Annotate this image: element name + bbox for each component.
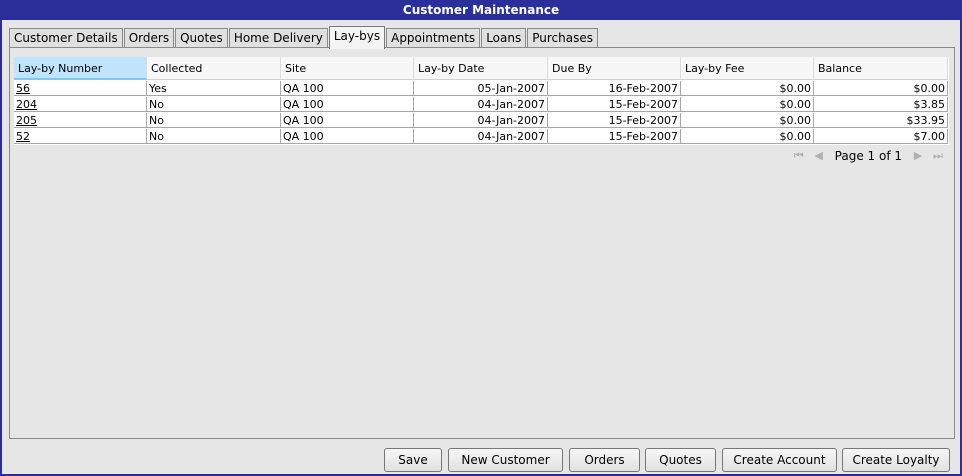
- customer-maintenance-window: Customer Maintenance Customer Details Or…: [0, 0, 962, 476]
- table-cell-lay-by-fee: $0.00: [681, 113, 814, 128]
- tab-bar: Customer Details Orders Quotes Home Deli…: [9, 26, 599, 49]
- table-cell-collected: Yes: [147, 81, 281, 96]
- column-header-lay-by-fee[interactable]: Lay-by Fee: [681, 57, 814, 80]
- tab-purchases[interactable]: Purchases: [527, 28, 598, 48]
- tab-loans[interactable]: Loans: [481, 28, 527, 48]
- previous-page-icon[interactable]: ◀: [812, 149, 826, 163]
- pager: ⏮ ◀ Page 1 of 1 ▶ ⏭: [789, 148, 948, 164]
- table-cell-lay-by-fee: $0.00: [681, 97, 814, 112]
- column-header-due-by[interactable]: Due By: [548, 57, 681, 80]
- button-bar: Save New Customer Orders Quotes Create A…: [2, 448, 960, 472]
- first-page-icon[interactable]: ⏮: [792, 149, 806, 163]
- table-cell-site: QA 100: [281, 129, 414, 144]
- table-cell-site: QA 100: [281, 97, 414, 112]
- table-cell-collected: No: [147, 129, 281, 144]
- table-cell-due-by: 15-Feb-2007: [548, 113, 681, 128]
- create-account-button[interactable]: Create Account: [722, 448, 837, 472]
- table-cell-lay-by-number[interactable]: 205: [14, 113, 147, 128]
- table-cell-balance: $33.95: [814, 113, 948, 128]
- table-cell-lay-by-number[interactable]: 56: [14, 81, 147, 96]
- last-page-icon[interactable]: ⏭: [931, 149, 945, 163]
- table-cell-lay-by-date: 04-Jan-2007: [414, 129, 548, 144]
- tab-customer-details[interactable]: Customer Details: [9, 28, 123, 48]
- lay-by-number-link[interactable]: 204: [16, 98, 37, 111]
- table-cell-lay-by-fee: $0.00: [681, 129, 814, 144]
- tab-quotes[interactable]: Quotes: [175, 28, 228, 48]
- table-cell-lay-by-fee: $0.00: [681, 81, 814, 96]
- column-header-lay-by-number[interactable]: Lay-by Number: [14, 57, 147, 80]
- table-cell-lay-by-number[interactable]: 204: [14, 97, 147, 112]
- table-cell-collected: No: [147, 113, 281, 128]
- lay-bys-panel: Lay-by Number Collected Site Lay-by Date Due…: [9, 47, 955, 439]
- table-cell-balance: $3.85: [814, 97, 948, 112]
- table-cell-site: QA 100: [281, 81, 414, 96]
- save-button[interactable]: Save: [384, 448, 442, 472]
- table-cell-lay-by-date: 04-Jan-2007: [414, 97, 548, 112]
- quotes-button[interactable]: Quotes: [645, 448, 716, 472]
- page-label: Page 1 of 1: [834, 149, 902, 163]
- column-header-balance[interactable]: Balance: [814, 57, 948, 80]
- lay-by-grid: Lay-by Number Collected Site Lay-by Date Due…: [14, 57, 949, 145]
- table-cell-lay-by-date: 04-Jan-2007: [414, 113, 548, 128]
- tab-orders[interactable]: Orders: [123, 28, 175, 48]
- column-header-collected[interactable]: Collected: [147, 57, 281, 80]
- tab-home-delivery[interactable]: Home Delivery: [228, 28, 328, 48]
- table-cell-due-by: 16-Feb-2007: [548, 81, 681, 96]
- create-loyalty-button[interactable]: Create Loyalty: [842, 448, 950, 472]
- tab-appointments[interactable]: Appointments: [386, 28, 481, 48]
- lay-by-number-link[interactable]: 205: [16, 114, 37, 127]
- table-cell-due-by: 15-Feb-2007: [548, 129, 681, 144]
- orders-button[interactable]: Orders: [569, 448, 640, 472]
- table-cell-balance: $0.00: [814, 81, 948, 96]
- column-header-site[interactable]: Site: [281, 57, 414, 80]
- new-customer-button[interactable]: New Customer: [448, 448, 563, 472]
- table-cell-due-by: 15-Feb-2007: [548, 97, 681, 112]
- window-title: Customer Maintenance: [2, 2, 960, 20]
- next-page-icon[interactable]: ▶: [911, 149, 925, 163]
- tab-lay-bys[interactable]: Lay-bys: [328, 26, 386, 49]
- column-header-lay-by-date[interactable]: Lay-by Date: [414, 57, 548, 80]
- table-cell-lay-by-date: 05-Jan-2007: [414, 81, 548, 96]
- lay-by-number-link[interactable]: 52: [16, 130, 30, 143]
- lay-by-number-link[interactable]: 56: [16, 82, 30, 95]
- table-cell-collected: No: [147, 97, 281, 112]
- table-cell-site: QA 100: [281, 113, 414, 128]
- table-cell-balance: $7.00: [814, 129, 948, 144]
- table-cell-lay-by-number[interactable]: 52: [14, 129, 147, 144]
